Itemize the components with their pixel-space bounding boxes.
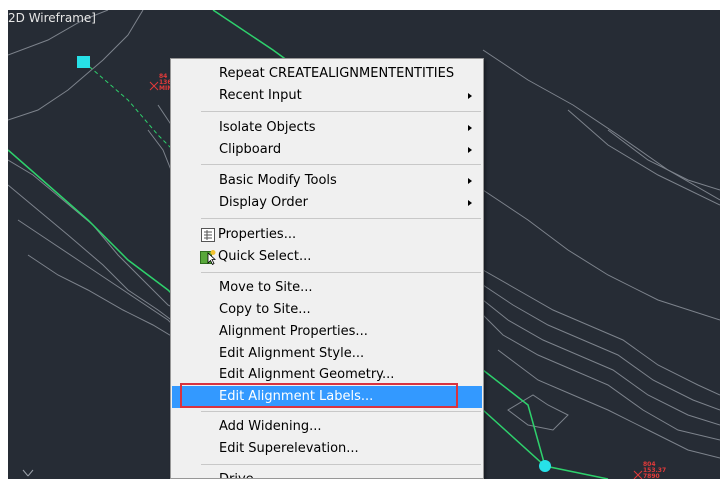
menu-item-alignment-properties[interactable]: Alignment Properties...: [172, 321, 482, 343]
menu-item-quick-select[interactable]: Quick Select...: [172, 246, 482, 268]
menu-item-drive[interactable]: Drive: [172, 469, 482, 478]
menu-item-edit-superelevation[interactable]: Edit Superelevation...: [172, 438, 482, 460]
menu-separator: [201, 218, 481, 219]
viewport-title[interactable]: 2D Wireframe]: [8, 11, 96, 25]
menu-item-label: Basic Modify Tools: [219, 173, 337, 188]
menu-separator: [201, 411, 481, 412]
menu-item-add-widening[interactable]: Add Widening...: [172, 416, 482, 438]
menu-item-clipboard[interactable]: Clipboard: [172, 139, 482, 161]
menu-item-label: Quick Select...: [218, 249, 312, 264]
menu-item-copy-to-site[interactable]: Copy to Site...: [172, 299, 482, 321]
menu-item-properties[interactable]: Properties...: [172, 224, 482, 246]
menu-item-move-to-site[interactable]: Move to Site...: [172, 277, 482, 299]
submenu-arrow-icon: [468, 178, 472, 184]
menu-item-display-order[interactable]: Display Order: [172, 192, 482, 214]
menu-separator: [201, 111, 481, 112]
menu-item-label: Edit Alignment Labels...: [219, 389, 374, 404]
menu-item-label: Move to Site...: [219, 280, 313, 295]
menu-item-label: Edit Alignment Geometry...: [219, 367, 395, 382]
menu-item-isolate-objects[interactable]: Isolate Objects: [172, 117, 482, 139]
menu-item-label: Copy to Site...: [219, 302, 311, 317]
point-label-line: 7890: [643, 473, 660, 479]
menu-item-label: Display Order: [219, 195, 308, 210]
menu-item-label: Edit Superelevation...: [219, 441, 359, 456]
context-menu: Repeat CREATEALIGNMENTENTITIES Recent In…: [170, 58, 484, 479]
submenu-arrow-icon: [468, 147, 472, 153]
menu-item-label: Isolate Objects: [219, 120, 316, 135]
alignment-grip-end[interactable]: [539, 460, 551, 472]
menu-item-recent-input[interactable]: Recent Input: [172, 85, 482, 107]
menu-separator: [201, 164, 481, 165]
quick-select-icon: [200, 250, 216, 265]
menu-item-label: Add Widening...: [219, 419, 322, 434]
properties-icon: [201, 228, 215, 242]
menu-item-edit-alignment-labels[interactable]: Edit Alignment Labels...: [172, 386, 482, 408]
submenu-arrow-icon: [468, 125, 472, 131]
ucs-icon: [22, 469, 34, 477]
alignment-grip-start[interactable]: [77, 56, 90, 68]
menu-item-basic-modify-tools[interactable]: Basic Modify Tools: [172, 170, 482, 192]
submenu-arrow-icon: [468, 93, 472, 99]
menu-item-repeat-command[interactable]: Repeat CREATEALIGNMENTENTITIES: [172, 63, 482, 85]
menu-item-label: Alignment Properties...: [219, 324, 368, 339]
point-label: 804 153.37 7890: [643, 462, 666, 479]
menu-item-label: Edit Alignment Style...: [219, 346, 365, 361]
submenu-arrow-icon: [468, 200, 472, 206]
menu-separator: [201, 272, 481, 273]
menu-item-edit-alignment-geometry[interactable]: Edit Alignment Geometry...: [172, 364, 482, 386]
menu-item-label: Clipboard: [219, 142, 282, 157]
menu-separator: [201, 464, 481, 465]
menu-item-label: Drive: [219, 469, 254, 478]
menu-item-label: Properties...: [218, 227, 297, 242]
menu-item-label: Recent Input: [219, 88, 302, 103]
menu-item-edit-alignment-style[interactable]: Edit Alignment Style...: [172, 343, 482, 365]
menu-item-label: Repeat CREATEALIGNMENTENTITIES: [219, 66, 455, 81]
